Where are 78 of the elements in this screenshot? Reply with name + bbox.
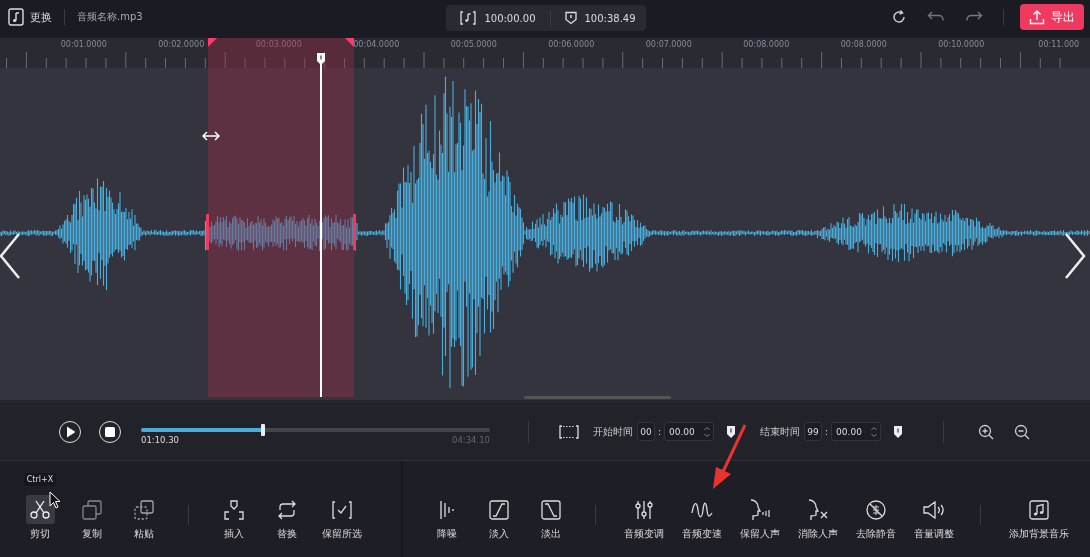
minutes-field[interactable]: 99 [804,422,823,441]
play-icon [66,425,76,438]
time-field-label: 结束时间 [760,424,801,439]
stop-icon [105,426,115,437]
ruler-time-label: 00:11.000 [1038,39,1080,51]
annotation-arrow [711,424,747,490]
sliders-icon [632,498,655,521]
tool-button[interactable]: 去除静音 [855,495,896,539]
next-chevron-icon[interactable] [1063,232,1087,280]
copy-icon [81,498,103,521]
insert-icon [222,498,245,521]
tool-button[interactable]: 保留所选 [322,495,362,539]
seconds-field[interactable]: 00.00 [664,422,715,441]
minutes-field[interactable]: 00 [637,422,655,441]
progress-handle[interactable] [261,424,266,436]
tool-button[interactable]: 插入 [219,495,248,539]
selection-start-corner [208,38,217,47]
tool-button[interactable]: 音频变速 [681,495,722,539]
playhead-handle[interactable] [316,52,326,66]
no-silence-icon [864,498,887,521]
total-duration: 100:00.00 [484,12,536,24]
seconds-field[interactable]: 00.00 [831,422,882,441]
tool-button[interactable]: 降噪 [432,495,462,539]
shield-icon [564,11,577,25]
ruler-time-label: 00:02.0000 [158,39,205,51]
ruler-time-label: 00:10.0000 [938,39,985,51]
current-time: 01:10.30 [141,435,179,445]
ruler-time-label: 00:08.0000 [840,39,887,51]
marker-pin-icon[interactable] [893,424,904,439]
fade-out-icon [540,498,562,521]
paste-icon [133,498,155,521]
time-separator: : [825,426,829,437]
selection-duration: 100:38.49 [584,12,636,24]
shortcut-tooltip: Ctrl+X [23,473,57,486]
selection-left-handle[interactable] [206,214,209,250]
tool-button[interactable]: 保留人声 [739,495,780,539]
zoom-out-icon[interactable] [1014,423,1031,440]
tool-button[interactable]: 添加背景音乐 [1009,495,1069,539]
selection-right-handle[interactable] [353,214,356,250]
ruler-time-label: 00:07.0000 [645,39,692,51]
ruler-time-label: 00:04.0000 [353,39,400,51]
tool-button[interactable]: 淡入 [484,495,514,539]
selection-range-icon[interactable] [559,424,579,439]
ruler-time-label: 00:08.0000 [743,39,790,51]
file-name: 音频名称.mp3 [77,10,143,24]
ruler-time-label: 00:05.0000 [450,39,497,51]
replace-button[interactable]: 更换 [8,8,52,26]
scissors-icon [29,498,51,521]
speaker-icon [921,498,946,521]
time-separator: : [658,426,662,437]
tool-button[interactable]: 替换 [272,495,301,539]
music-note-icon [1028,498,1050,521]
zoom-in-icon[interactable] [978,423,995,440]
music-file-icon [8,8,24,26]
undo-icon[interactable] [927,10,945,24]
tool-button[interactable]: 消除人声 [797,495,838,539]
export-button[interactable]: 导出 [1020,4,1084,30]
tool-button[interactable]: 粘贴 [129,495,159,539]
redo-icon[interactable] [965,10,983,24]
time-field-label: 开始时间 [593,424,633,439]
selection-end-corner [345,38,354,47]
marker-pin-icon[interactable] [726,424,737,439]
scrollbar-thumb[interactable] [524,396,671,399]
previous-chevron-icon[interactable] [0,232,22,280]
mouse-cursor-icon [49,491,61,509]
fade-in-icon [488,498,510,521]
ruler-time-label: 00:01.0000 [60,39,107,51]
upload-icon [1029,9,1045,25]
refresh-icon[interactable] [891,9,907,25]
ruler-time-label: 00:06.0000 [548,39,595,51]
tool-button[interactable]: 淡出 [536,495,566,539]
music-bracket-icon [460,11,477,25]
resize-cursor-icon [202,130,220,142]
total-time: 04:34.10 [452,435,490,445]
bracket-check-icon [331,498,353,521]
tool-button[interactable]: 音频变调 [623,495,664,539]
tool-button[interactable]: 音量调整 [913,495,954,539]
tool-button[interactable]: 复制 [77,495,107,539]
